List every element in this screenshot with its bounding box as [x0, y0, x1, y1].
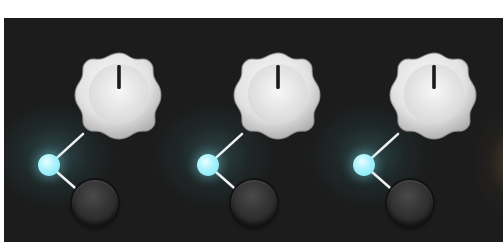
link-dot-1[interactable]	[38, 154, 60, 176]
knob-1[interactable]	[71, 49, 167, 145]
rotary-knob-icon	[389, 52, 477, 140]
knob-panel	[4, 18, 503, 242]
link-dot-3[interactable]	[353, 154, 375, 176]
round-button-1[interactable]	[72, 180, 118, 226]
round-button-2[interactable]	[231, 180, 277, 226]
round-button-3[interactable]	[387, 180, 433, 226]
rotary-knob-icon	[233, 52, 321, 140]
knob-2[interactable]	[230, 49, 326, 145]
rotary-knob-icon	[74, 52, 162, 140]
link-dot-2[interactable]	[197, 154, 219, 176]
knob-3[interactable]	[386, 49, 482, 145]
